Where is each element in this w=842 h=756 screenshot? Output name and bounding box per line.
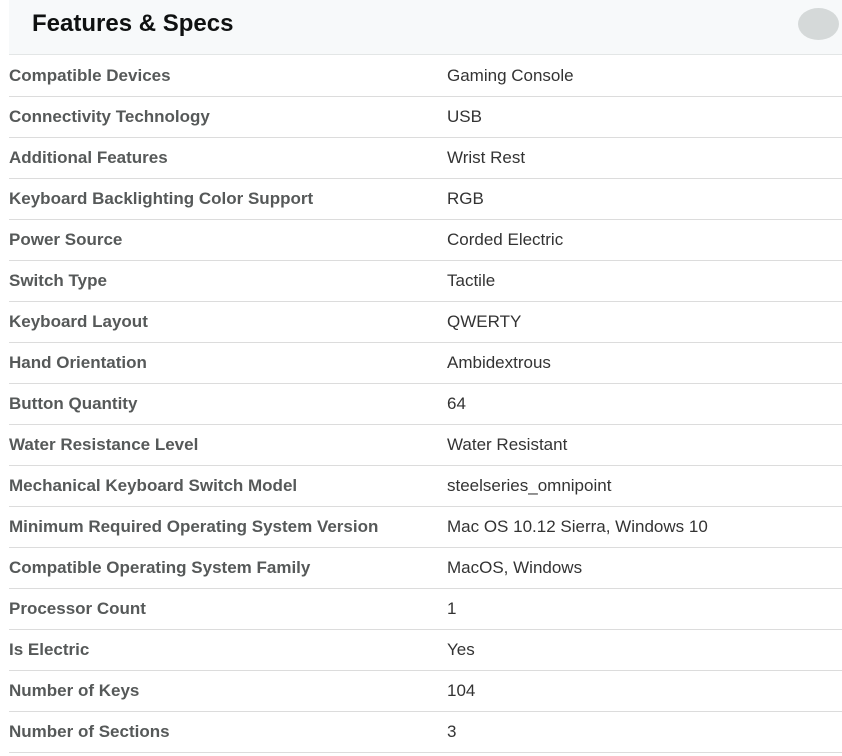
spec-value: 1 (447, 599, 457, 618)
spec-label: Switch Type (9, 271, 107, 290)
spec-label: Connectivity Technology (9, 107, 210, 126)
spec-label: Keyboard Layout (9, 312, 148, 331)
spec-value: Corded Electric (447, 230, 564, 249)
spec-label: Water Resistance Level (9, 435, 199, 454)
spec-row: Additional Features Wrist Rest (9, 138, 842, 179)
spec-value: steelseries_omnipoint (447, 476, 612, 495)
spec-row: Compatible Devices Gaming Console (9, 56, 842, 97)
spec-row: Minimum Required Operating System Versio… (9, 507, 842, 548)
spec-label: Is Electric (9, 640, 90, 659)
collapse-toggle-icon[interactable] (798, 8, 839, 40)
spec-label: Power Source (9, 230, 123, 249)
spec-label: Number of Sections (9, 722, 170, 741)
spec-row: Switch Type Tactile (9, 261, 842, 302)
features-specs-panel: Features & Specs Compatible Devices Gami… (0, 0, 842, 756)
spec-label: Compatible Operating System Family (9, 558, 311, 577)
spec-row: Water Resistance Level Water Resistant (9, 425, 842, 466)
spec-value: Gaming Console (447, 66, 574, 85)
spec-label: Button Quantity (9, 394, 138, 413)
spec-label: Minimum Required Operating System Versio… (9, 517, 379, 536)
spec-value: QWERTY (447, 312, 522, 331)
spec-label: Number of Keys (9, 681, 140, 700)
spec-value: 104 (447, 681, 476, 700)
spec-value: Yes (447, 640, 475, 659)
spec-row: Keyboard Backlighting Color Support RGB (9, 179, 842, 220)
spec-value: USB (447, 107, 482, 126)
spec-value: MacOS, Windows (447, 558, 583, 577)
spec-row: Power Source Corded Electric (9, 220, 842, 261)
panel-title: Features & Specs (32, 10, 234, 37)
spec-value: 3 (447, 722, 457, 741)
panel-header[interactable]: Features & Specs (9, 0, 842, 55)
spec-label: Additional Features (9, 148, 168, 167)
spec-value: Water Resistant (447, 435, 568, 454)
spec-value: Mac OS 10.12 Sierra, Windows 10 (447, 517, 708, 536)
spec-row: Mechanical Keyboard Switch Model steelse… (9, 466, 842, 507)
spec-row: Processor Count 1 (9, 589, 842, 630)
spec-label: Hand Orientation (9, 353, 147, 372)
spec-value: 64 (447, 394, 466, 413)
spec-row: Hand Orientation Ambidextrous (9, 343, 842, 384)
specs-table: Compatible Devices Gaming Console Connec… (9, 56, 842, 753)
spec-label: Compatible Devices (9, 66, 171, 85)
spec-label: Mechanical Keyboard Switch Model (9, 476, 298, 495)
spec-value: Tactile (447, 271, 496, 290)
spec-row: Connectivity Technology USB (9, 97, 842, 138)
spec-row: Compatible Operating System Family MacOS… (9, 548, 842, 589)
spec-value: Ambidextrous (447, 353, 551, 372)
spec-row: Keyboard Layout QWERTY (9, 302, 842, 343)
spec-label: Keyboard Backlighting Color Support (9, 189, 314, 208)
spec-row: Is Electric Yes (9, 630, 842, 671)
spec-value: Wrist Rest (447, 148, 526, 167)
spec-label: Processor Count (9, 599, 146, 618)
spec-value: RGB (447, 189, 484, 208)
spec-row: Button Quantity 64 (9, 384, 842, 425)
spec-row: Number of Keys 104 (9, 671, 842, 712)
spec-row: Number of Sections 3 (9, 712, 842, 753)
